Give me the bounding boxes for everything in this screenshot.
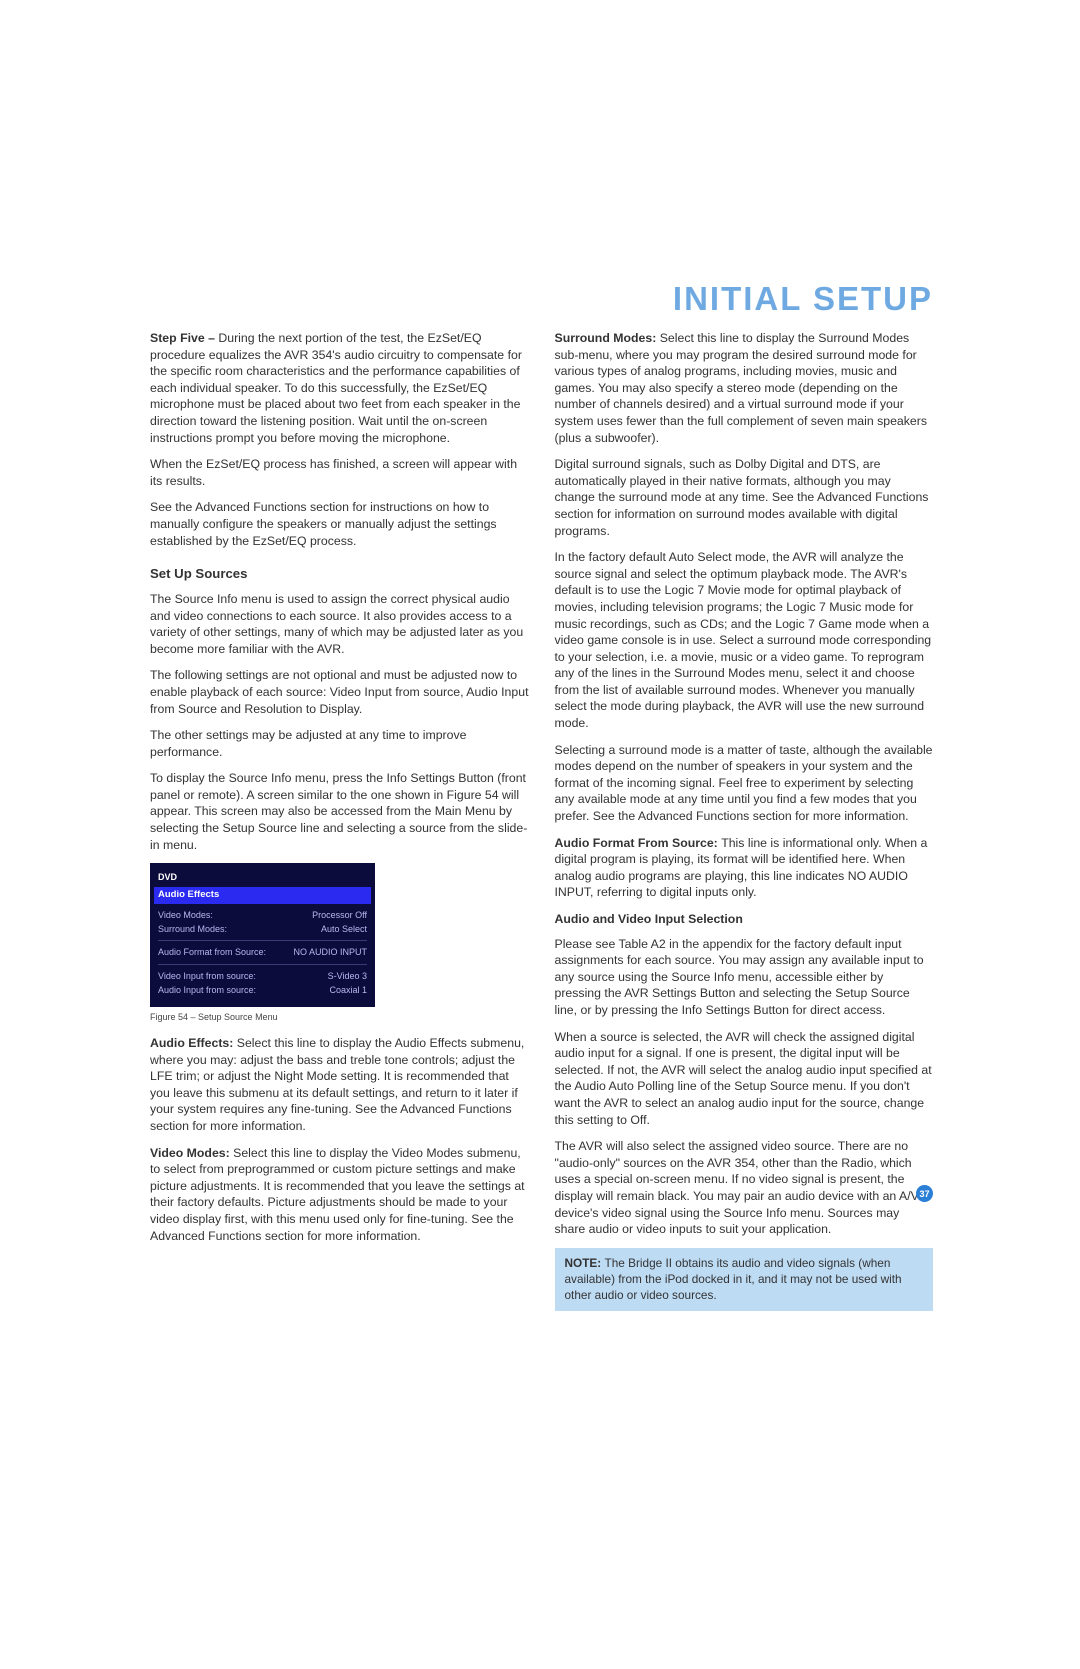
paragraph: Audio Format From Source: This line is i… — [555, 835, 934, 901]
run-in-label: Video Modes: — [150, 1146, 233, 1160]
figure-row-value: Coaxial 1 — [329, 984, 367, 996]
paragraph: The Source Info menu is used to assign t… — [150, 591, 529, 657]
left-column: Step Five – During the next portion of t… — [150, 330, 529, 1311]
figure-row: Video Input from source: S-Video 3 — [158, 969, 367, 983]
paragraph: Audio Effects: Select this line to displ… — [150, 1035, 529, 1135]
paragraph: The other settings may be adjusted at an… — [150, 727, 529, 760]
page-number-badge: 37 — [916, 1185, 933, 1202]
run-in-label: Step Five – — [150, 331, 218, 345]
page-title: INITIAL SETUP — [673, 280, 933, 318]
note-label: NOTE: — [565, 1256, 605, 1270]
figure-row-label: Audio Input from source: — [158, 984, 256, 996]
figure-divider — [158, 940, 367, 941]
note-box: NOTE: The Bridge II obtains its audio an… — [555, 1248, 934, 1312]
figure-row-label: Audio Format from Source: — [158, 946, 266, 958]
paragraph: When the EzSet/EQ process has finished, … — [150, 456, 529, 489]
figure-row: Surround Modes: Auto Select — [158, 922, 367, 936]
figure-section-bar: Audio Effects — [154, 887, 371, 904]
sub-heading: Audio and Video Input Selection — [555, 911, 934, 928]
paragraph-text: Select this line to display the Video Mo… — [150, 1146, 525, 1243]
figure-row-value: S-Video 3 — [328, 970, 367, 982]
figure-row-label: Surround Modes: — [158, 923, 227, 935]
figure-row-value: NO AUDIO INPUT — [293, 946, 367, 958]
figure-row-value: Processor Off — [312, 909, 367, 921]
figure-row-label: Video Input from source: — [158, 970, 256, 982]
run-in-label: Audio Format From Source: — [555, 836, 722, 850]
paragraph-text: During the next portion of the test, the… — [150, 331, 522, 445]
paragraph: The following settings are not optional … — [150, 667, 529, 717]
paragraph: When a source is selected, the AVR will … — [555, 1029, 934, 1129]
section-heading: Set Up Sources — [150, 565, 529, 583]
paragraph: Please see Table A2 in the appendix for … — [555, 936, 934, 1019]
paragraph: To display the Source Info menu, press t… — [150, 770, 529, 853]
manual-page: INITIAL SETUP Step Five – During the nex… — [0, 0, 1080, 1669]
body-columns: Step Five – During the next portion of t… — [150, 330, 933, 1311]
paragraph: Digital surround signals, such as Dolby … — [555, 456, 934, 539]
right-column: Surround Modes: Select this line to disp… — [555, 330, 934, 1311]
paragraph-text: Select this line to display the Audio Ef… — [150, 1036, 524, 1133]
figure-divider — [158, 964, 367, 965]
figure-row: Audio Input from source: Coaxial 1 — [158, 983, 367, 997]
paragraph: See the Advanced Functions section for i… — [150, 499, 529, 549]
figure-title: DVD — [158, 869, 367, 887]
figure-row-value: Auto Select — [321, 923, 367, 935]
paragraph: Step Five – During the next portion of t… — [150, 330, 529, 446]
figure-row: Audio Format from Source: NO AUDIO INPUT — [158, 945, 367, 959]
note-text: The Bridge II obtains its audio and vide… — [565, 1256, 902, 1302]
figure-row: Video Modes: Processor Off — [158, 908, 367, 922]
paragraph: In the factory default Auto Select mode,… — [555, 549, 934, 732]
run-in-label: Audio Effects: — [150, 1036, 237, 1050]
paragraph: Video Modes: Select this line to display… — [150, 1145, 529, 1245]
paragraph: Selecting a surround mode is a matter of… — [555, 742, 934, 825]
paragraph: The AVR will also select the assigned vi… — [555, 1138, 934, 1238]
figure-row-label: Video Modes: — [158, 909, 213, 921]
figure-setup-source-menu: DVD Audio Effects Video Modes: Processor… — [150, 863, 375, 1007]
figure-caption: Figure 54 – Setup Source Menu — [150, 1011, 529, 1023]
run-in-label: Surround Modes: — [555, 331, 660, 345]
paragraph-text: Select this line to display the Surround… — [555, 331, 928, 445]
paragraph: Surround Modes: Select this line to disp… — [555, 330, 934, 446]
